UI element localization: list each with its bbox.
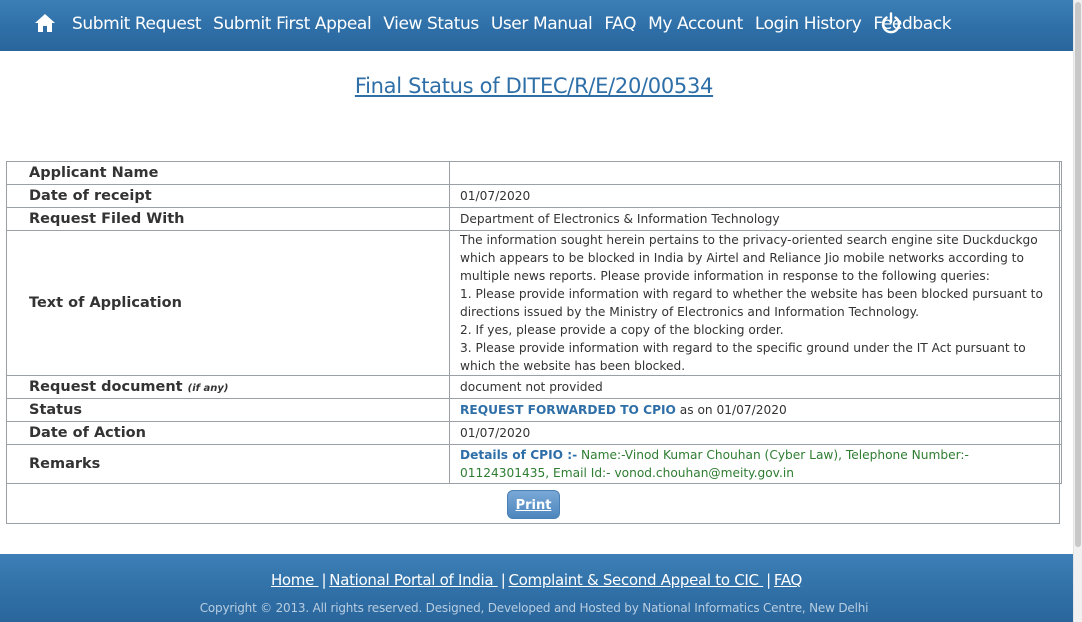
table-row: Remarks Details of CPIO :- Name:-Vinod K… <box>6 444 1062 484</box>
application-text-query-1: 1. Please provide information with regar… <box>460 287 1043 319</box>
text-of-application-value: The information sought herein pertains t… <box>449 230 1062 376</box>
footer-separator: | <box>500 571 506 589</box>
page-title: Final Status of DITEC/R/E/20/00534 <box>354 74 714 98</box>
nav-submit-first-appeal[interactable]: Submit First Appeal <box>213 12 372 36</box>
footer-separator: | <box>766 571 771 589</box>
nav-user-manual[interactable]: User Manual <box>491 12 593 36</box>
scrollbar[interactable] <box>1073 0 1082 622</box>
request-document-value: document not provided <box>449 375 1062 399</box>
table-row: Date of receipt 01/07/2020 <box>6 184 1062 208</box>
nav-faq[interactable]: FAQ <box>604 12 636 36</box>
application-text-query-2: 2. If yes, please provide a copy of the … <box>460 323 784 337</box>
request-document-label: Request document (if any) <box>6 375 450 399</box>
remarks-value: Details of CPIO :- Name:-Vinod Kumar Cho… <box>449 444 1062 484</box>
applicant-name-label: Applicant Name <box>6 161 450 185</box>
table-row: Status REQUEST FORWARDED TO CPIO as on 0… <box>6 398 1062 422</box>
footer-link-national-portal[interactable]: National Portal of India <box>329 571 497 589</box>
nav-links: Submit Request Submit First Appeal View … <box>72 12 963 36</box>
date-of-action-label: Date of Action <box>6 421 450 445</box>
home-icon[interactable] <box>34 12 56 34</box>
application-text-query-3: 3. Please provide information with regar… <box>460 341 1026 373</box>
table-row: Request document (if any) document not p… <box>6 375 1062 399</box>
power-icon[interactable] <box>880 12 902 34</box>
text-of-application-label: Text of Application <box>6 230 450 376</box>
top-nav-bar: Submit Request Submit First Appeal View … <box>0 0 1073 51</box>
nav-my-account[interactable]: My Account <box>648 12 743 36</box>
footer-link-complaint-appeal[interactable]: Complaint & Second Appeal to CIC <box>509 571 764 589</box>
table-row: Text of Application The information soug… <box>6 230 1062 376</box>
date-of-receipt-value: 01/07/2020 <box>449 184 1062 208</box>
nav-view-status[interactable]: View Status <box>383 12 479 36</box>
print-button[interactable]: Print <box>507 490 560 519</box>
table-row: Applicant Name <box>6 161 1062 185</box>
date-of-receipt-label: Date of receipt <box>6 184 450 208</box>
footer-link-faq[interactable]: FAQ <box>774 571 802 589</box>
footer-links: Home | National Portal of India | Complain… <box>0 571 1073 589</box>
cpio-details-label: Details of CPIO :- <box>460 448 578 462</box>
application-text-para: The information sought herein pertains t… <box>460 233 1038 283</box>
applicant-name-value <box>449 161 1062 185</box>
status-details-table: Applicant Name Date of receipt 01/07/202… <box>6 161 1062 484</box>
date-of-action-value: 01/07/2020 <box>449 421 1062 445</box>
request-filed-with-label: Request Filed With <box>6 207 450 231</box>
status-label: Status <box>6 398 450 422</box>
status-badge: REQUEST FORWARDED TO CPIO <box>460 403 676 417</box>
copyright-text: Copyright © 2013. All rights reserved. D… <box>199 601 869 615</box>
nav-login-history[interactable]: Login History <box>755 12 862 36</box>
request-document-hint: (if any) <box>187 383 229 394</box>
footer-separator: | <box>321 571 327 589</box>
footer-link-home[interactable]: Home <box>271 571 319 589</box>
request-document-label-text: Request document <box>29 379 183 395</box>
request-filed-with-value: Department of Electronics & Information … <box>449 207 1062 231</box>
status-date: as on 01/07/2020 <box>675 403 787 417</box>
table-row: Date of Action 01/07/2020 <box>6 421 1062 445</box>
nav-submit-request[interactable]: Submit Request <box>72 12 202 36</box>
scrollbar-thumb[interactable] <box>1075 2 1081 547</box>
footer: Home | National Portal of India | Complain… <box>0 554 1073 622</box>
table-row: Request Filed With Department of Electro… <box>6 207 1062 231</box>
remarks-label: Remarks <box>6 444 450 484</box>
status-value: REQUEST FORWARDED TO CPIO as on 01/07/20… <box>449 398 1062 422</box>
